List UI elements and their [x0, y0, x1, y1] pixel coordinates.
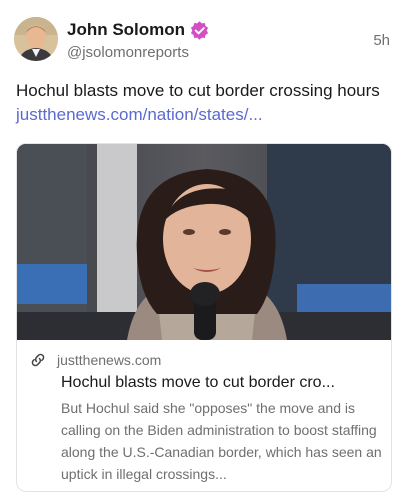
link-preview-image[interactable]: [17, 144, 391, 340]
link-preview-card[interactable]: justthenews.com Hochul blasts move to cu…: [16, 143, 392, 492]
author-avatar[interactable]: [14, 17, 58, 61]
author-name[interactable]: John Solomon: [67, 20, 185, 40]
link-icon: [31, 353, 45, 367]
post-link[interactable]: justthenews.com/nation/states/...: [16, 105, 263, 124]
author-handle[interactable]: @jsolomonreports: [67, 44, 209, 61]
link-preview-body: justthenews.com Hochul blasts move to cu…: [29, 350, 382, 485]
link-description: But Hochul said she "opposes" the move a…: [61, 400, 382, 482]
post-text: Hochul blasts move to cut border crossin…: [16, 81, 380, 100]
social-post: John Solomon @jsolomonreports 5h Hochul …: [0, 0, 407, 500]
link-domain-row: justthenews.com: [29, 350, 381, 370]
author-name-row: John Solomon: [67, 18, 209, 42]
post-header: John Solomon @jsolomonreports 5h: [14, 17, 394, 63]
post-timestamp[interactable]: 5h: [373, 32, 390, 49]
verified-badge-icon: [190, 20, 209, 40]
link-title[interactable]: Hochul blasts move to cut border cro...: [61, 373, 381, 393]
author-block: John Solomon @jsolomonreports: [67, 18, 209, 61]
post-body: Hochul blasts move to cut border crossin…: [16, 79, 391, 127]
link-domain: justthenews.com: [57, 352, 162, 368]
